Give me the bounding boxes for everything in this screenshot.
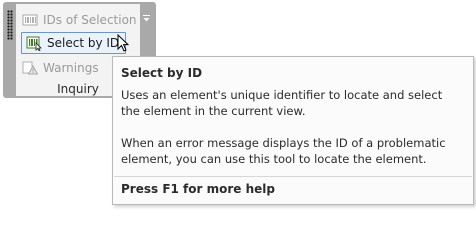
tooltip-divider	[114, 176, 472, 177]
ids-of-selection-label: IDs of Selection	[43, 13, 137, 27]
tooltip-description: Uses an element's unique identifier to l…	[121, 88, 443, 118]
tooltip: Select by ID Uses an element's unique id…	[112, 56, 474, 205]
tooltip-extended-description: When an error message displays the ID of…	[121, 136, 446, 166]
select-by-id-button[interactable]: Select by ID	[21, 32, 127, 54]
warnings-label: Warnings	[43, 61, 99, 75]
tooltip-title: Select by ID	[121, 66, 203, 80]
stage: IDs of Selection Select by ID Warnings I…	[0, 0, 476, 208]
warnings-icon	[22, 60, 39, 76]
select-by-id-icon	[26, 35, 42, 52]
ids-of-selection-icon	[22, 12, 38, 28]
panel-grip-handle[interactable]	[7, 10, 13, 40]
select-by-id-label: Select by ID	[47, 36, 120, 50]
warnings-button[interactable]: Warnings	[22, 57, 99, 79]
mouse-pointer-icon	[117, 34, 129, 52]
ids-of-selection-button[interactable]: IDs of Selection	[22, 9, 137, 31]
panel-dropdown-icon[interactable]	[143, 8, 151, 22]
tooltip-help-hint: Press F1 for more help	[121, 182, 275, 196]
